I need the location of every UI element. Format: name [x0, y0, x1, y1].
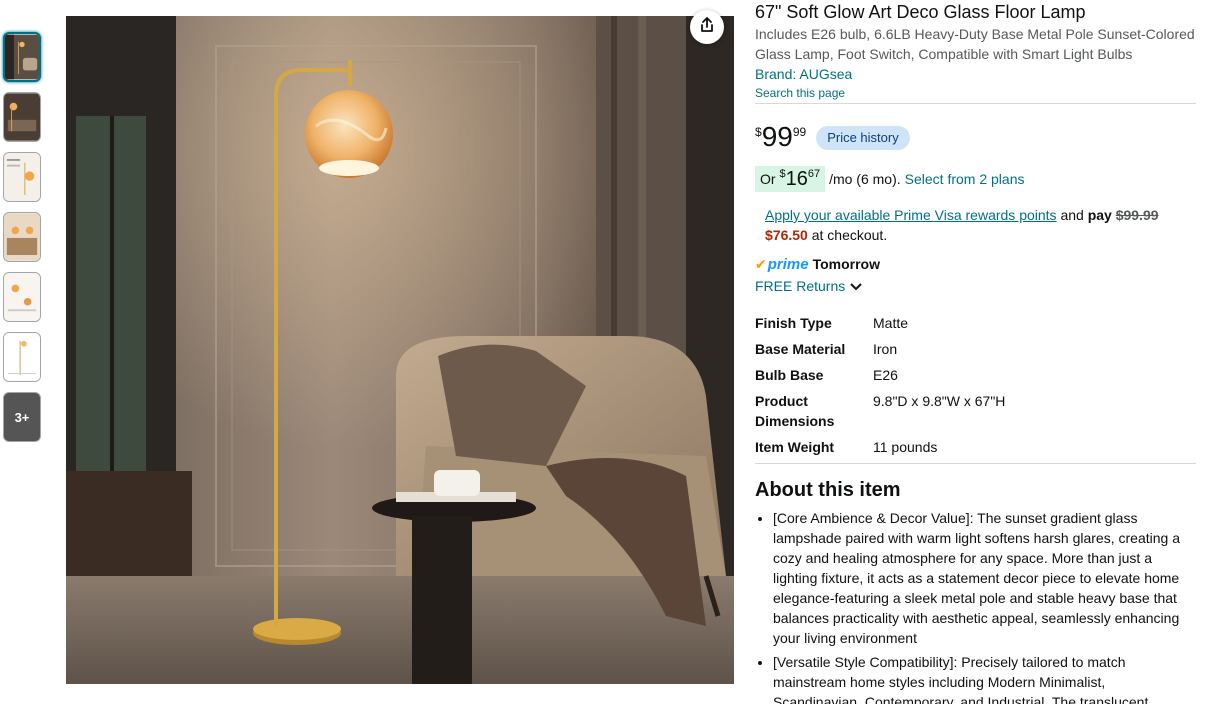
about-bullet: [Versatile Style Compatibility]: Precise…: [773, 652, 1196, 704]
share-icon: [698, 16, 716, 39]
thumbnail-2[interactable]: [3, 92, 41, 142]
spec-row: Finish Type Matte: [755, 313, 1196, 333]
thumbnail-strip: 3+: [3, 32, 43, 452]
thumbnail-more-label: 3+: [14, 409, 30, 425]
share-button[interactable]: [690, 10, 724, 44]
spec-value: 11 pounds: [873, 439, 938, 455]
installment-prefix: Or: [760, 171, 776, 187]
delivery-day: Tomorrow: [812, 256, 880, 272]
thumbnail-3[interactable]: [3, 152, 41, 202]
prime-visa-rewards-link[interactable]: Apply your available Prime Visa rewards …: [765, 207, 1057, 223]
prime-delivery: ✔ prime Tomorrow: [755, 254, 1196, 274]
prime-check-icon: ✔: [755, 255, 767, 272]
installment-suffix: /mo (6 mo).: [829, 171, 901, 187]
installment-whole: 16: [785, 167, 808, 190]
installment-amount: Or $16 67: [755, 166, 826, 192]
divider: [755, 463, 1196, 464]
about-bullet: [Core Ambience & Decor Value]: The sunse…: [773, 508, 1196, 648]
free-returns-label: FREE Returns: [755, 278, 846, 294]
spec-key: Item Weight: [755, 439, 835, 455]
spec-key: Base Material: [755, 341, 846, 357]
thumbnail-4[interactable]: [3, 212, 41, 262]
spec-key: Product Dimensions: [755, 393, 835, 429]
prime-logo: prime: [767, 255, 809, 273]
thumbnail-1[interactable]: [3, 32, 41, 82]
free-returns-link[interactable]: FREE Returns: [755, 276, 1196, 296]
installment-fraction: 67: [807, 168, 821, 180]
search-this-page-link[interactable]: Search this page: [755, 85, 1196, 103]
spec-row: Bulb Base E26: [755, 365, 1196, 385]
spec-value: Iron: [873, 341, 898, 357]
spec-value: 9.8"D x 9.8"W x 67"H: [873, 393, 1006, 409]
spec-table: Finish Type Matte Base Material Iron Bul…: [755, 313, 1196, 457]
about-heading: About this item: [755, 479, 901, 501]
rewards-new-price: $76.50: [765, 227, 808, 243]
spec-row: Base Material Iron: [755, 339, 1196, 359]
spec-row: Product Dimensions 9.8"D x 9.8"W x 67"H: [755, 391, 1196, 431]
thumbnail-more[interactable]: 3+: [3, 392, 41, 442]
main-product-image[interactable]: [66, 16, 734, 684]
installment-symbol: $: [779, 168, 786, 180]
rewards-old-price: $99.99: [1115, 207, 1159, 223]
spec-key: Bulb Base: [755, 367, 824, 383]
spec-value: E26: [873, 367, 898, 383]
product-subtitle: Includes E26 bulb, 6.6LB Heavy-Duty Base…: [755, 26, 1195, 62]
spec-row: Item Weight 11 pounds: [755, 437, 1196, 457]
product-info: 67" Soft Glow Art Deco Glass Floor Lamp …: [755, 0, 1196, 704]
chevron-down-icon: [850, 278, 862, 294]
thumbnail-5[interactable]: [3, 272, 41, 322]
spec-key: Finish Type: [755, 315, 832, 331]
product-title: 67" Soft Glow Art Deco Glass Floor Lamp: [755, 2, 1086, 22]
thumbnail-6[interactable]: [3, 332, 41, 382]
about-bullets: [Core Ambience & Decor Value]: The sunse…: [755, 508, 1196, 704]
price-block: $ 99 99 Price history: [755, 122, 1196, 156]
spec-value: Matte: [873, 315, 909, 331]
price-fraction: 99: [792, 125, 807, 139]
rewards-tail: at checkout.: [811, 227, 888, 243]
rewards-offer: Apply your available Prime Visa rewards …: [765, 205, 1185, 245]
price-symbol: $: [755, 125, 762, 139]
price-history-button[interactable]: Price history: [816, 126, 910, 150]
installment-offer: Or $16 67 /mo (6 mo). Select from 2 plans: [755, 166, 1196, 192]
rewards-and: and: [1060, 207, 1084, 223]
price-whole: 99: [761, 121, 793, 152]
rewards-pay: pay: [1087, 207, 1112, 223]
select-plans-link[interactable]: Select from 2 plans: [905, 171, 1025, 187]
divider: [755, 103, 1196, 104]
brand-link[interactable]: Brand: AUGsea: [755, 64, 1196, 84]
